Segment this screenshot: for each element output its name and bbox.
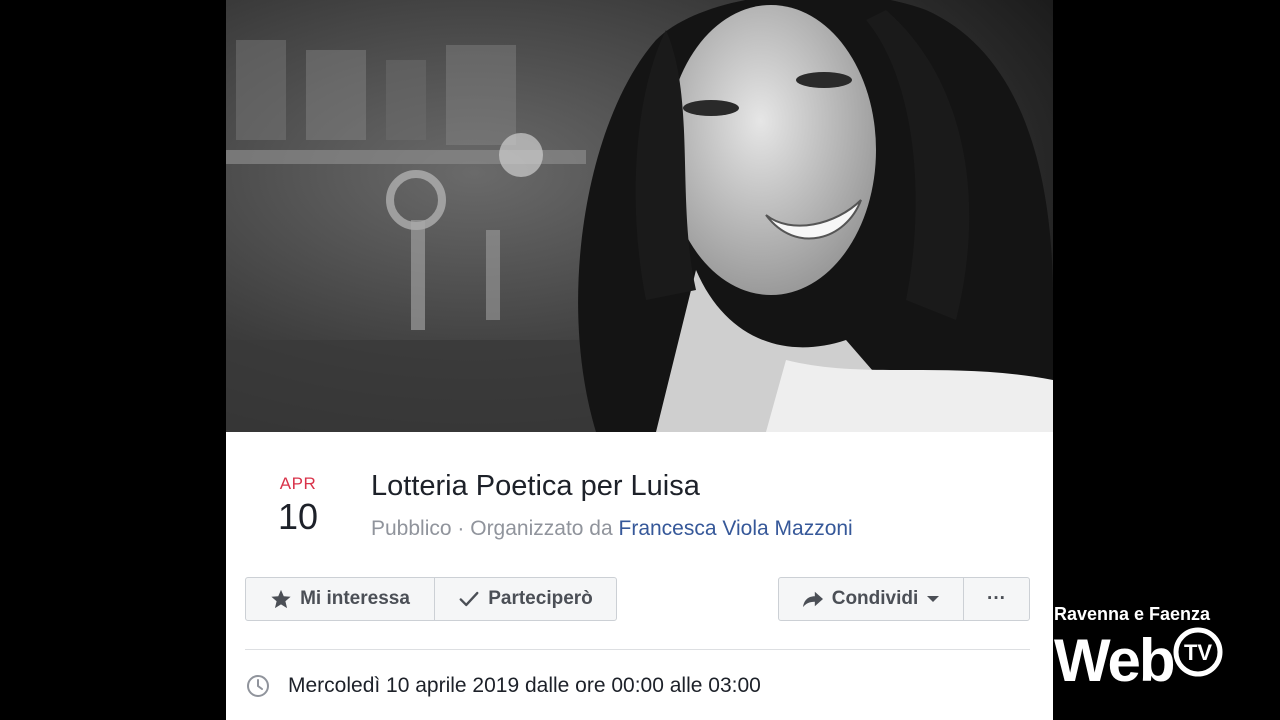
event-datetime: Mercoledì 10 aprile 2019 dalle ore 00:00… (288, 674, 761, 697)
interested-button-label: Mi interessa (300, 588, 410, 609)
event-meta: Pubblico · Organizzato da Francesca Viol… (371, 517, 853, 541)
going-button-label: Parteciperò (488, 588, 593, 609)
channel-watermark: Ravenna e Faenza Web TV (1054, 600, 1274, 700)
more-options-label: ··· (987, 588, 1006, 609)
rsvp-button-group: Mi interessa Parteciperò (245, 577, 617, 621)
event-day: 10 (277, 496, 319, 537)
more-options-button[interactable]: ··· (963, 578, 1029, 620)
event-card: APR 10 Lotteria Poetica per Luisa Pubbli… (226, 0, 1053, 720)
share-button-group: Condividi ··· (778, 577, 1030, 621)
watermark-brand: Web (1054, 627, 1176, 694)
share-button[interactable]: Condividi (779, 578, 963, 620)
tv-badge-icon: TV (1173, 627, 1223, 677)
event-time-row: Mercoledì 10 aprile 2019 dalle ore 00:00… (246, 674, 761, 698)
organizer-link[interactable]: Francesca Viola Mazzoni (619, 517, 853, 540)
organized-by-label: Organizzato da (470, 517, 619, 540)
cover-photo-image (226, 0, 1053, 432)
clock-icon (247, 675, 269, 697)
going-button[interactable]: Parteciperò (434, 578, 616, 620)
event-month: APR (279, 474, 317, 493)
event-title: Lotteria Poetica per Luisa (371, 470, 700, 502)
star-icon (271, 589, 291, 609)
share-button-label: Condividi (831, 588, 919, 609)
cover-photo[interactable] (226, 0, 1053, 432)
meta-separator: · (451, 517, 471, 540)
share-arrow-icon (802, 591, 823, 608)
interested-button[interactable]: Mi interessa (246, 578, 434, 620)
watermark-badge: TV (1184, 640, 1212, 665)
check-icon (459, 591, 479, 607)
divider (245, 649, 1030, 650)
event-visibility: Pubblico (371, 517, 452, 540)
caret-down-icon (927, 596, 940, 602)
watermark-title: Ravenna e Faenza (1054, 604, 1211, 624)
event-date: APR 10 (266, 474, 330, 538)
